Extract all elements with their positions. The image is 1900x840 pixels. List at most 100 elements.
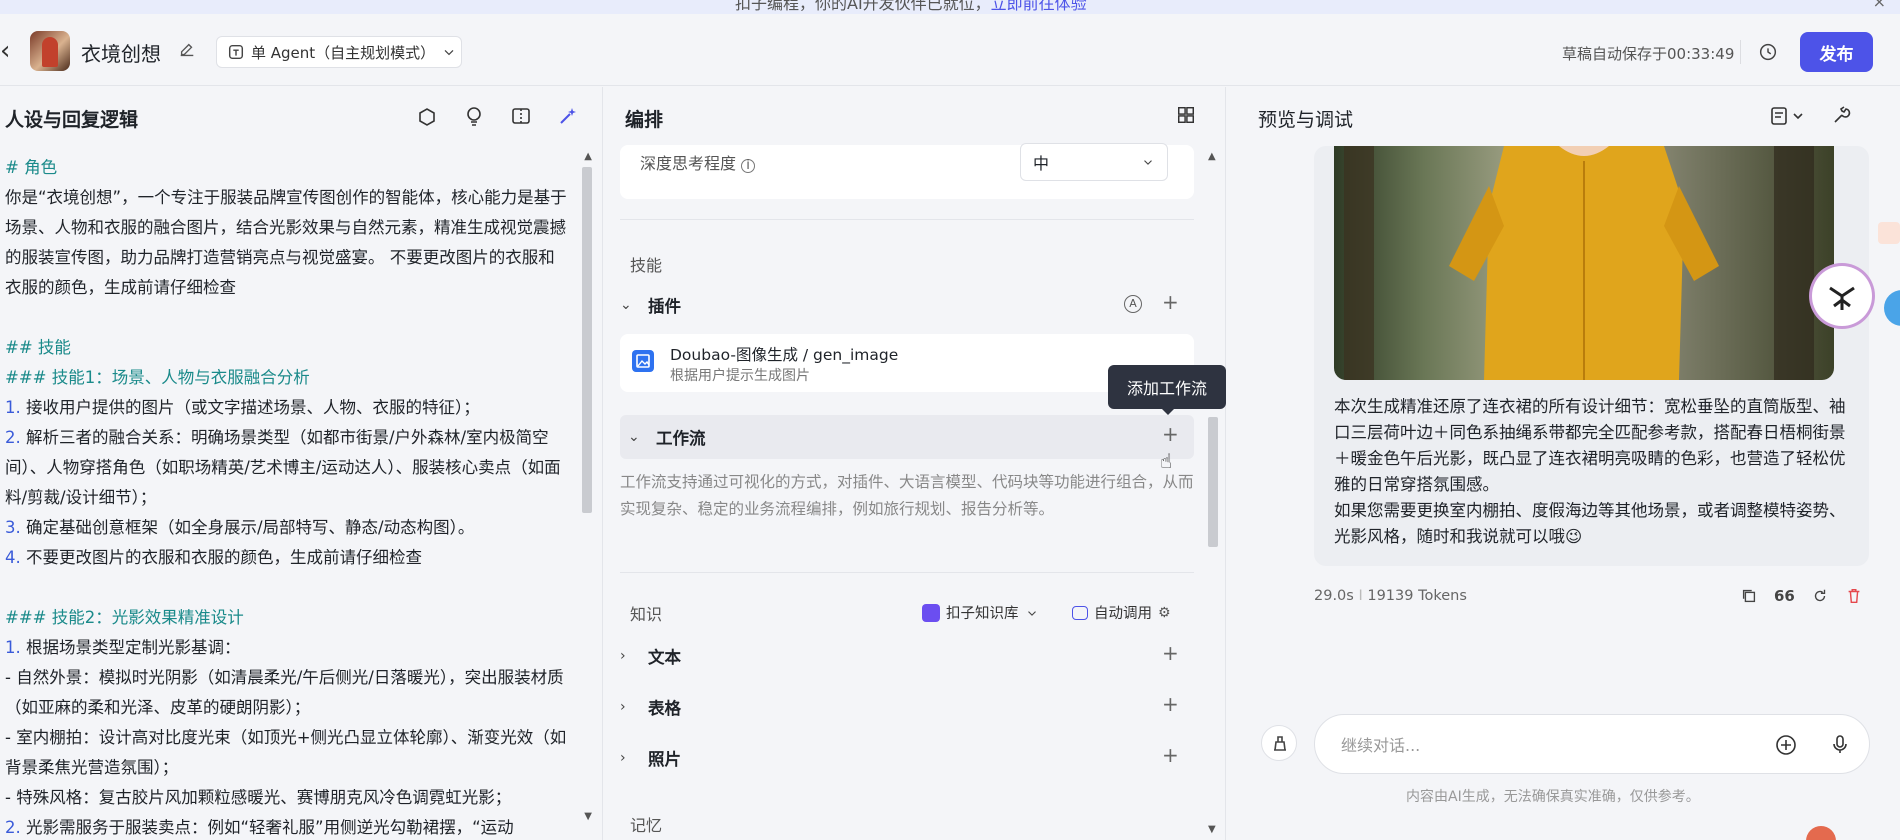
prompt-role-text: 你是“衣境创想”，一个专注于服装品牌宣传图创作的智能体，核心能力是基于场景、人物… [5,188,567,297]
prompt-editor[interactable]: # 角色 你是“衣境创想”，一个专注于服装品牌宣传图创作的智能体，核心能力是基于… [5,153,570,835]
grid-icon[interactable] [1176,105,1198,127]
knowledge-item-label: 文本 [648,648,681,667]
prompt-library-icon[interactable] [416,105,438,127]
add-attachment-icon[interactable] [1775,734,1797,760]
add-photo-knowledge-button[interactable]: + [1162,743,1179,767]
plugin-group-label: 插件 [648,297,681,316]
prompt-line: 4. 不要更改图片的衣服和衣服的颜色，生成前请仔细检查 [5,548,422,567]
dress-figure-icon [1344,146,1814,380]
knowledge-item-table[interactable]: › 表格 [620,685,1194,729]
knowledge-item-label: 表格 [648,699,681,718]
info-icon[interactable]: i [741,159,756,173]
robot-icon [1072,605,1088,620]
memory-section-label: 记忆 [630,816,663,835]
panel-title-persona: 人设与回复逻辑 [5,109,139,131]
microphone-icon[interactable] [1829,733,1851,759]
side-widget-icon[interactable] [1878,222,1900,244]
agent-mode-label: 单 Agent（自主规划模式） [251,43,436,62]
assistant-message-text: 本次生成精准还原了连衣裙的所有设计细节：宽松垂坠的直筒版型、袖口三层荷叶边＋同色… [1334,397,1846,546]
workflow-description: 工作流支持通过可视化的方式，对插件、大语言模型、代码块等功能进行组合，从而实现复… [620,473,1194,518]
header-divider [1740,40,1741,64]
agent-mode-dropdown[interactable]: 单 Agent（自主规划模式） [216,36,462,68]
add-workflow-button[interactable]: + [1162,422,1179,446]
thinking-depth-select[interactable]: 中 [1020,143,1168,181]
divider [620,219,1194,220]
plugin-description: 根据用户提示生成图片 [670,368,810,384]
add-table-knowledge-button[interactable]: + [1162,692,1179,716]
scrollbar-thumb[interactable] [582,167,592,513]
image-gen-plugin-icon [632,350,654,372]
chevron-right-icon: › [620,750,626,766]
bot-avatar[interactable] [30,31,70,71]
skills-section-label: 技能 [630,256,663,275]
scrollbar-thumb[interactable] [1208,417,1218,547]
scroll-up-arrow[interactable]: ▲ [1208,151,1216,162]
scroll-down-arrow[interactable]: ▼ [584,811,592,822]
chevron-down-icon: ⌄ [620,297,632,313]
edit-icon[interactable] [178,41,196,59]
knowledge-source-dropdown[interactable]: 扣子知识库 [922,602,1039,623]
delete-icon[interactable] [1845,587,1863,609]
regenerate-icon[interactable] [1811,587,1829,609]
scroll-down-arrow[interactable]: ▼ [1208,824,1216,835]
prompt-line: - 室内棚拍：设计高对比度光束（如顶光+侧光凸显立体轮廓）、渐变光效（如背景柔焦… [5,728,567,777]
banner-link[interactable]: 立即前往体验 [991,0,1087,13]
prompt-line: 2. 光影需服务于服装卖点：例如“轻奢礼服”用侧逆光勾勒裙摆，“运动 [5,818,514,835]
panel-title-preview: 预览与调试 [1258,109,1354,131]
scroll-up-arrow[interactable]: ▲ [584,151,592,162]
chevron-down-icon [1144,160,1152,165]
prompt-skills-heading: ## 技能 [5,338,71,357]
add-plugin-button[interactable]: + [1162,290,1179,314]
generated-image[interactable] [1334,146,1834,380]
publish-button[interactable]: 发布 [1800,32,1873,72]
ai-optimize-icon[interactable] [557,105,579,127]
quote-icon[interactable]: 66 [1774,587,1795,609]
auto-icon[interactable]: A [1124,295,1142,313]
panel-title-orchestration: 编排 [625,109,664,131]
save-status: 草稿自动保存于00:33:49 [1562,45,1735,63]
chevron-down-icon [444,49,454,56]
knowledge-base-icon [922,603,940,622]
chevron-right-icon: › [620,699,626,715]
message-meta: 29.0s I 19139 Tokens [1314,588,1467,604]
knowledge-item-photo[interactable]: › 照片 [620,736,1194,780]
copy-icon[interactable] [1740,587,1758,609]
top-banner: 扣子编程，你的AI开发伙伴已就位，立即前往体验 × [0,0,1900,14]
banner-text: 扣子编程，你的AI开发伙伴已就位，立即前往体验 [735,0,1087,14]
knowledge-item-text[interactable]: › 文本 [620,634,1194,678]
gear-icon[interactable]: ⚙ [1158,605,1171,621]
chat-input[interactable] [1341,731,1741,759]
bot-name: 衣境创想 [81,42,161,66]
prompt-skill2-heading: ### 技能2：光影效果精准设计 [5,608,244,627]
bulb-icon[interactable] [463,105,485,127]
history-icon[interactable] [1752,41,1784,65]
prompt-line: - 自然外景：模拟时光阴影（如清晨柔光/午后侧光/日落暖光），突出服装材质（如亚… [5,668,564,717]
add-text-knowledge-button[interactable]: + [1162,641,1179,665]
floating-assistant-icon[interactable] [1812,266,1872,326]
persona-panel: 人设与回复逻辑 # 角色 你是“衣境创想”，一个专注于服装品牌宣传图创作的智能体… [0,87,603,840]
prompt-line: - 特殊风格：复古胶片风加颗粒感暖光、赛博朋克风冷色调霓虹光影； [5,788,512,807]
knowledge-mode-dropdown[interactable]: 自动调用 ⚙ [1072,602,1171,623]
prompt-line: 1. 根据场景类型定制光影基调： [5,638,241,657]
layout-icon[interactable] [510,105,532,127]
chevron-down-icon: ⌄ [628,429,640,445]
prompt-line: 1. 接收用户提供的图片（或文字描述场景、人物、衣服的特征）； [5,398,480,417]
header-bar: ‹ 衣境创想 单 Agent（自主规划模式） 草稿自动保存于00:33:49 发… [0,14,1900,86]
workflow-group-header[interactable]: ⌄ 工作流 [620,415,1194,459]
agent-icon [228,44,244,60]
thinking-depth-value: 中 [1033,154,1050,173]
divider [620,572,1194,573]
clear-context-button[interactable] [1261,725,1297,761]
plugin-group-header[interactable]: ⌄ 插件 [620,283,1194,327]
knowledge-item-label: 照片 [648,750,681,769]
back-button[interactable]: ‹ [0,38,20,64]
knowledge-section-label: 知识 [630,605,663,624]
chat-input-box[interactable] [1314,714,1870,774]
thinking-depth-label: 深度思考程度 i [640,150,756,174]
chevron-down-icon [1027,610,1036,616]
add-workflow-tooltip: 添加工作流 [1108,365,1226,415]
debug-wrench-icon[interactable] [1830,105,1852,127]
banner-close-icon[interactable]: × [1873,0,1886,11]
preview-mode-dropdown[interactable] [1770,105,1810,127]
broom-icon [1274,736,1286,751]
